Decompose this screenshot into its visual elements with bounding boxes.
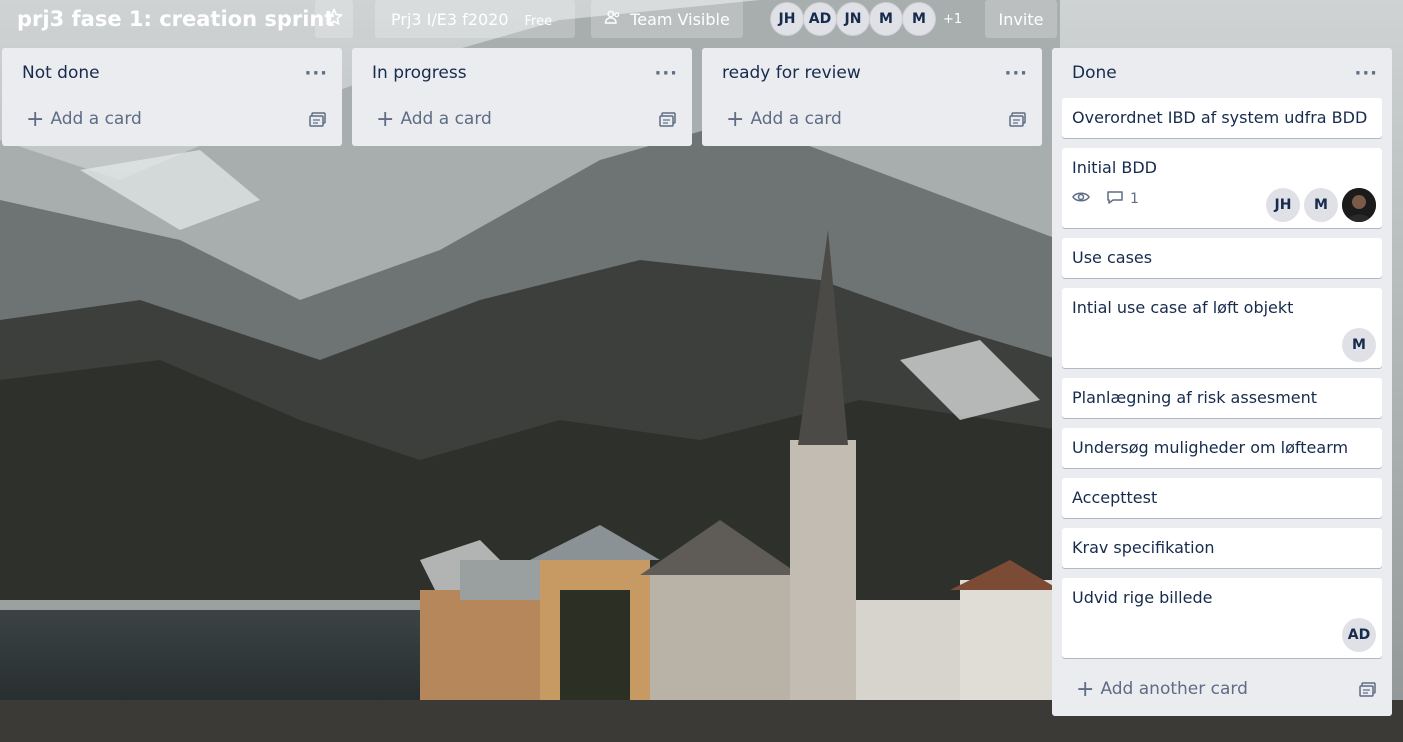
plus-icon: + xyxy=(376,106,395,132)
invite-button[interactable]: Invite xyxy=(985,0,1057,38)
add-card-group: + Add a card xyxy=(376,107,492,132)
list-done: Done ··· Overordnet IBD af system udfra … xyxy=(1052,48,1392,716)
plan-badge: Free xyxy=(524,13,553,29)
board-title[interactable]: prj3 fase 1: creation sprint xyxy=(17,4,334,34)
board-members: JH AD JN M M +1 xyxy=(770,2,962,36)
card-template-icon[interactable] xyxy=(1359,681,1376,697)
member-avatar[interactable]: JH xyxy=(770,2,804,36)
add-card-label: Add a card xyxy=(50,109,142,129)
card[interactable]: Planlægning af risk assesment xyxy=(1062,378,1382,418)
add-card-group: + Add another card xyxy=(1076,677,1248,702)
card-title: Planlægning af risk assesment xyxy=(1072,388,1318,407)
add-card-group: + Add a card xyxy=(26,107,142,132)
add-card-button[interactable]: + Add a card xyxy=(2,98,342,140)
card-title: Use cases xyxy=(1072,248,1153,267)
card[interactable]: Overordnet IBD af system udfra BDD xyxy=(1062,98,1382,138)
list-not-done: Not done ··· + Add a card xyxy=(2,48,342,146)
card[interactable]: Udvid rige billede AD xyxy=(1062,578,1382,658)
card-template-icon[interactable] xyxy=(1009,111,1026,127)
list-in-progress: In progress ··· + Add a card xyxy=(352,48,692,146)
card[interactable]: Initial BDD 1 JH M xyxy=(1062,148,1382,228)
list-title[interactable]: Not done xyxy=(22,63,100,83)
add-card-button[interactable]: + Add a card xyxy=(702,98,1042,140)
card-title: Udvid rige billede xyxy=(1072,588,1213,607)
card-member-photo-avatar[interactable] xyxy=(1342,188,1376,222)
card-title: Intial use case af løft objekt xyxy=(1072,298,1294,317)
star-board-button[interactable] xyxy=(315,0,353,38)
card[interactable]: Undersøg muligheder om løftearm xyxy=(1062,428,1382,468)
star-icon xyxy=(324,7,344,31)
list-menu-icon[interactable]: ··· xyxy=(654,63,678,84)
team-button[interactable]: Prj3 I/E3 f2020 Free xyxy=(375,0,575,38)
visibility-button[interactable]: Team Visible xyxy=(591,0,743,38)
comments-badge: 1 xyxy=(1106,190,1139,208)
add-card-label: Add a card xyxy=(750,109,842,129)
card-members: JH M xyxy=(1266,188,1376,222)
card[interactable]: Accepttest xyxy=(1062,478,1382,518)
card-title: Overordnet IBD af system udfra BDD xyxy=(1072,108,1368,127)
comment-count: 1 xyxy=(1130,191,1139,207)
plus-icon: + xyxy=(726,106,745,132)
team-visible-icon xyxy=(604,8,622,30)
add-card-button[interactable]: + Add a card xyxy=(352,98,692,140)
list-header: ready for review ··· xyxy=(702,48,1042,98)
plus-icon: + xyxy=(26,106,45,132)
card[interactable]: Use cases xyxy=(1062,238,1382,278)
card-title: Krav specifikation xyxy=(1072,538,1215,557)
add-card-group: + Add a card xyxy=(726,107,842,132)
list-menu-icon[interactable]: ··· xyxy=(1004,63,1028,84)
member-avatar[interactable]: AD xyxy=(803,2,837,36)
member-avatar[interactable]: M xyxy=(869,2,903,36)
visibility-label: Team Visible xyxy=(630,9,730,29)
list-header: Done ··· xyxy=(1052,48,1392,98)
card-title: Undersøg muligheder om løftearm xyxy=(1072,438,1349,457)
card-member-avatar[interactable]: M xyxy=(1342,328,1376,362)
list-title[interactable]: Done xyxy=(1072,63,1117,83)
board-header: prj3 fase 1: creation sprint Prj3 I/E3 f… xyxy=(0,0,1403,38)
plus-icon: + xyxy=(1076,676,1095,702)
member-avatar[interactable]: M xyxy=(902,2,936,36)
card[interactable]: Intial use case af løft objekt M xyxy=(1062,288,1382,368)
card-template-icon[interactable] xyxy=(659,111,676,127)
card-members: M xyxy=(1342,328,1376,362)
watching-badge xyxy=(1072,190,1090,208)
comment-icon xyxy=(1106,190,1124,208)
card-members: AD xyxy=(1342,618,1376,652)
team-name: Prj3 I/E3 f2020 xyxy=(391,9,509,29)
add-card-label: Add a card xyxy=(400,109,492,129)
list-title[interactable]: In progress xyxy=(372,63,467,83)
card-title: Initial BDD xyxy=(1072,158,1157,177)
card[interactable]: Krav specifikation xyxy=(1062,528,1382,568)
list-header: Not done ··· xyxy=(2,48,342,98)
card-member-avatar[interactable]: JH xyxy=(1266,188,1300,222)
more-members-count[interactable]: +1 xyxy=(943,2,962,36)
member-avatar[interactable]: JN xyxy=(836,2,870,36)
card-member-avatar[interactable]: AD xyxy=(1342,618,1376,652)
card-member-avatar[interactable]: M xyxy=(1304,188,1338,222)
list-ready-for-review: ready for review ··· + Add a card xyxy=(702,48,1042,146)
list-title[interactable]: ready for review xyxy=(722,63,861,83)
card-title: Accepttest xyxy=(1072,488,1158,507)
add-another-card-button[interactable]: + Add another card xyxy=(1052,668,1392,710)
add-card-label: Add another card xyxy=(1100,679,1248,699)
list-menu-icon[interactable]: ··· xyxy=(304,63,328,84)
list-header: In progress ··· xyxy=(352,48,692,98)
card-template-icon[interactable] xyxy=(309,111,326,127)
list-menu-icon[interactable]: ··· xyxy=(1354,63,1378,84)
eye-icon xyxy=(1072,190,1090,208)
